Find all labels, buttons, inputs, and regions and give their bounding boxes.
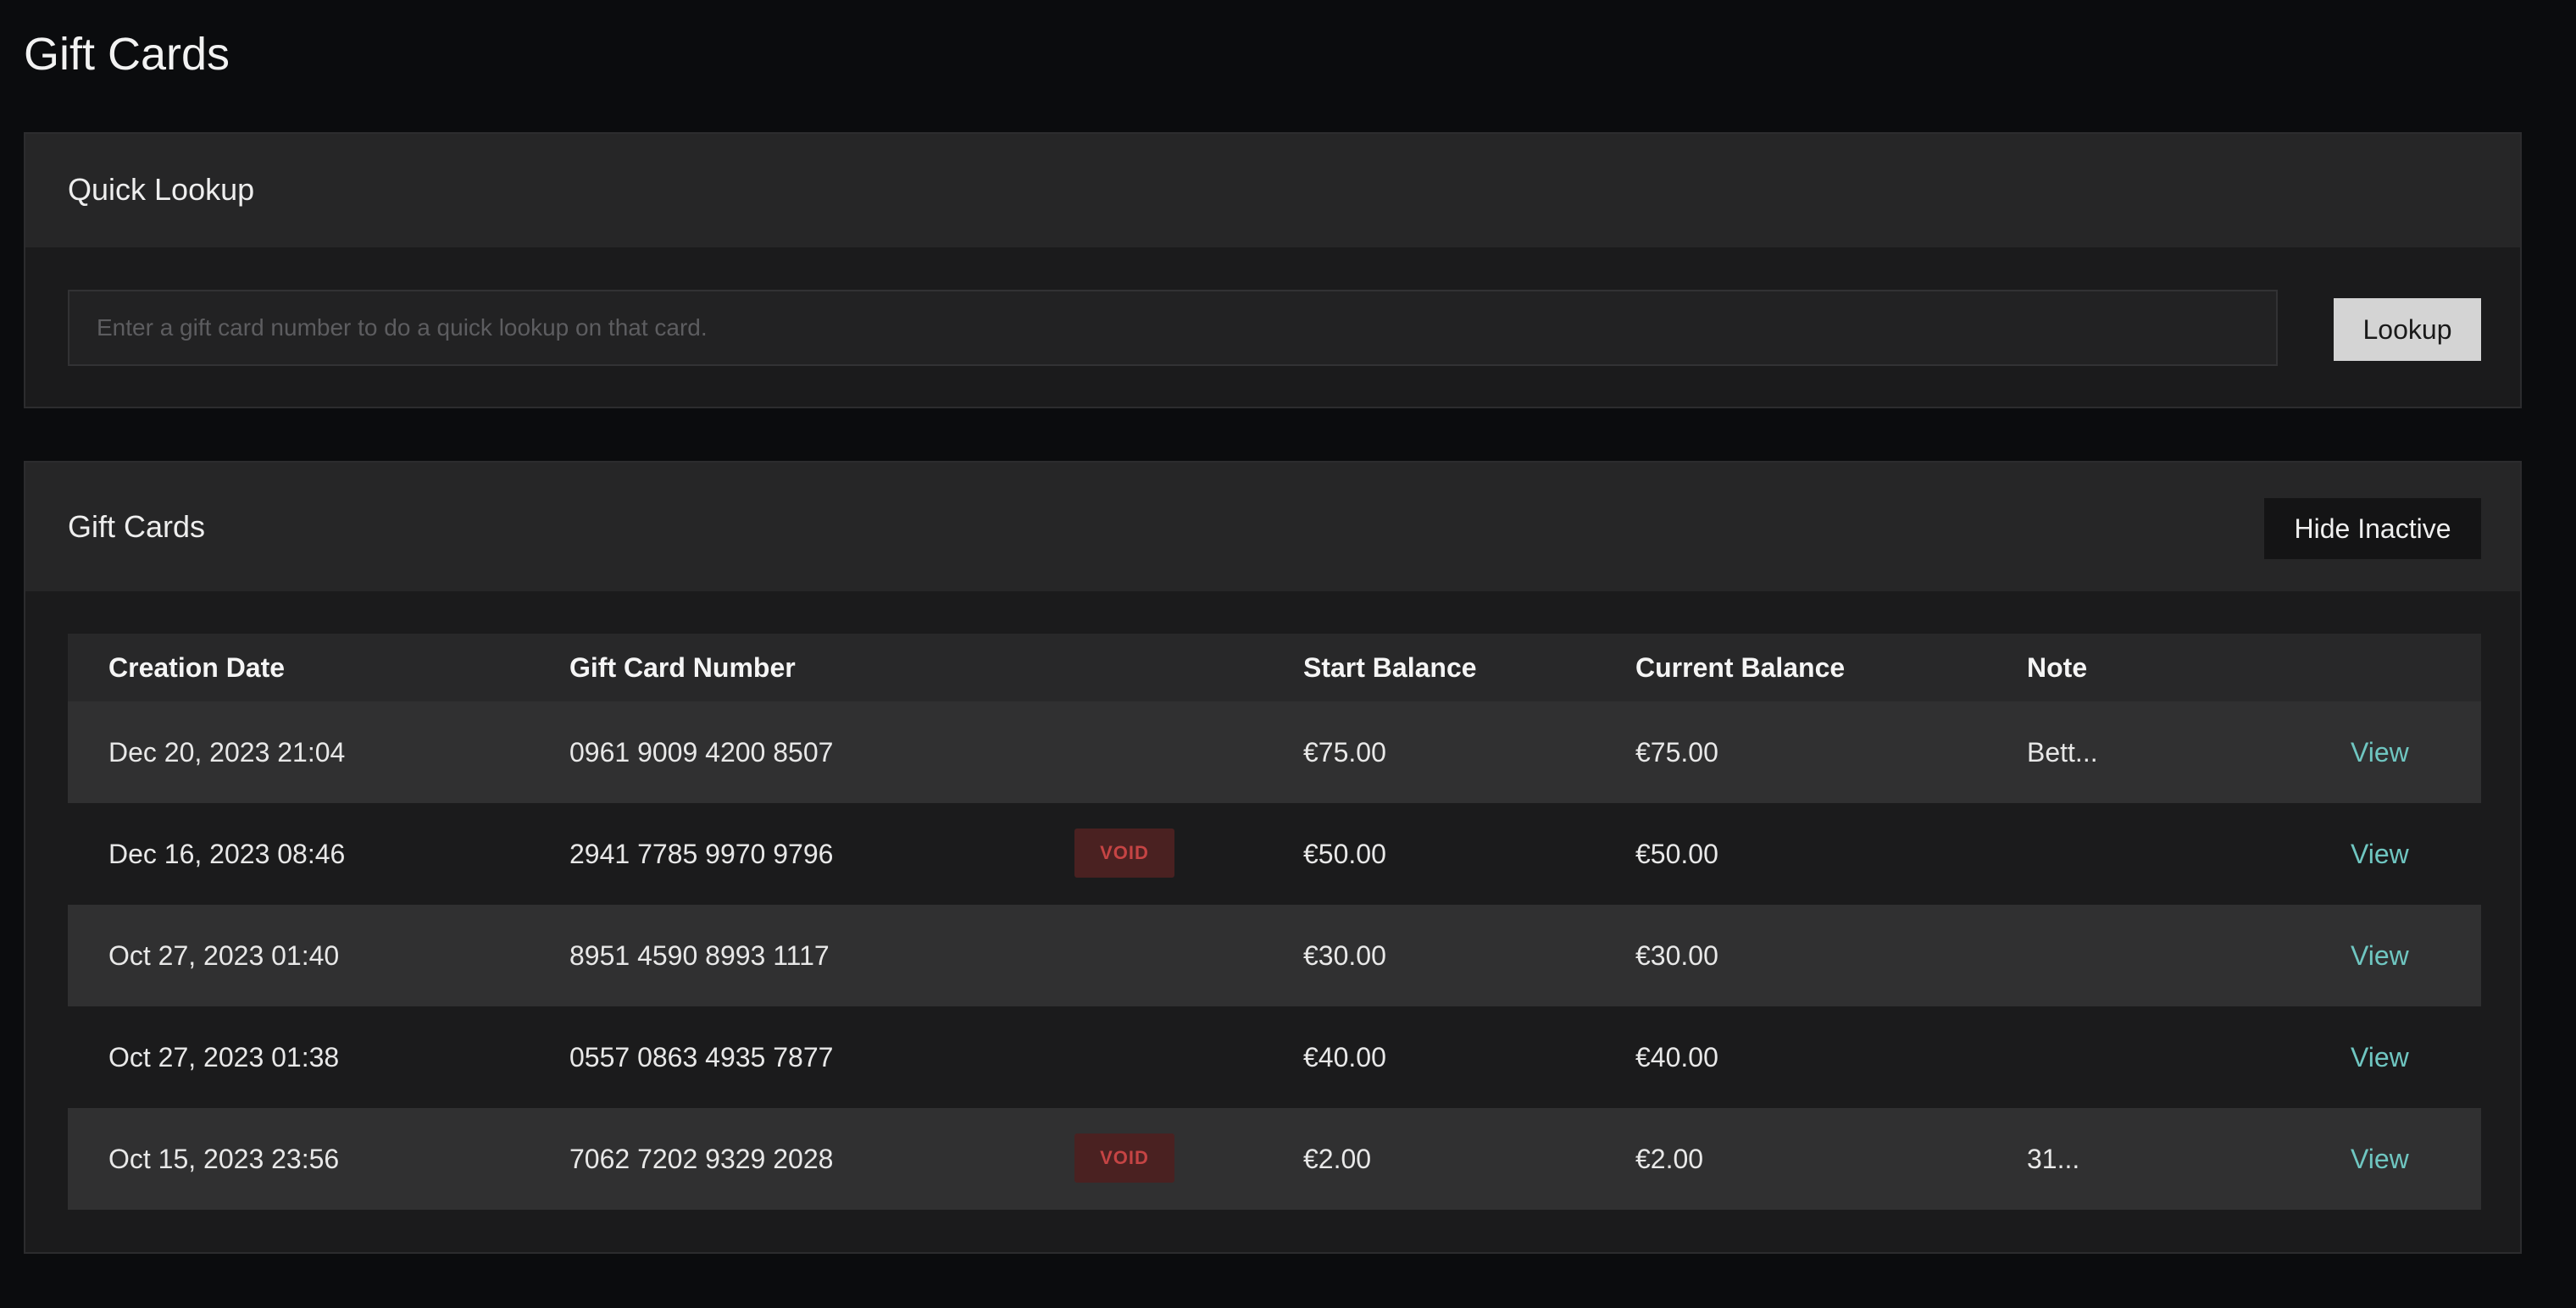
start-balance-cell: €2.00 (1303, 1144, 1372, 1174)
view-link[interactable]: View (2351, 905, 2409, 1006)
table-row[interactable]: Oct 15, 2023 23:56 7062 7202 9329 2028 V… (68, 1108, 2481, 1210)
void-status-badge: VOID (1074, 1133, 1174, 1183)
table-row[interactable]: Dec 20, 2023 21:04 0961 9009 4200 8507 €… (68, 701, 2481, 803)
column-header-creation-date[interactable]: Creation Date (108, 634, 285, 701)
gift-cards-title: Gift Cards (68, 509, 206, 544)
column-header-start-balance[interactable]: Start Balance (1303, 634, 1477, 701)
current-balance-cell: €50.00 (1635, 839, 1718, 869)
quick-lookup-header: Quick Lookup (25, 134, 2520, 247)
current-balance-cell: €40.00 (1635, 1042, 1718, 1072)
gift-cards-panel: Gift Cards Hide Inactive Creation Date G… (24, 461, 2522, 1254)
void-status-badge: VOID (1074, 829, 1174, 878)
creation-date-cell: Oct 27, 2023 01:38 (108, 1042, 340, 1072)
gift-card-number-cell: 8951 4590 8993 1117 (569, 940, 830, 971)
gift-card-lookup-input[interactable] (68, 290, 2278, 366)
gift-cards-table: Creation Date Gift Card Number Start Bal… (68, 634, 2481, 1210)
gift-cards-page: Gift Cards Quick Lookup Lookup Gift Card… (0, 0, 2576, 1308)
quick-lookup-title: Quick Lookup (68, 172, 255, 207)
column-header-gift-card-number[interactable]: Gift Card Number (569, 634, 796, 701)
lookup-button[interactable]: Lookup (2334, 298, 2481, 361)
gift-card-number-cell: 2941 7785 9970 9796 (569, 839, 834, 869)
gift-card-number-cell: 0961 9009 4200 8507 (569, 737, 834, 768)
creation-date-cell: Oct 15, 2023 23:56 (108, 1144, 340, 1174)
page-title: Gift Cards (24, 29, 230, 80)
view-link[interactable]: View (2351, 1108, 2409, 1210)
view-link[interactable]: View (2351, 701, 2409, 803)
view-link[interactable]: View (2351, 803, 2409, 905)
creation-date-cell: Dec 20, 2023 21:04 (108, 737, 346, 768)
view-link[interactable]: View (2351, 1006, 2409, 1108)
current-balance-cell: €30.00 (1635, 940, 1718, 971)
gift-cards-header: Gift Cards Hide Inactive (25, 463, 2520, 591)
creation-date-cell: Dec 16, 2023 08:46 (108, 839, 346, 869)
gift-card-number-cell: 7062 7202 9329 2028 (569, 1144, 834, 1174)
current-balance-cell: €75.00 (1635, 737, 1718, 768)
start-balance-cell: €50.00 (1303, 839, 1386, 869)
start-balance-cell: €40.00 (1303, 1042, 1386, 1072)
column-header-current-balance[interactable]: Current Balance (1635, 634, 1845, 701)
table-header-row: Creation Date Gift Card Number Start Bal… (68, 634, 2481, 701)
hide-inactive-button[interactable]: Hide Inactive (2264, 498, 2481, 559)
note-cell: 31... (2027, 1144, 2080, 1174)
table-row[interactable]: Oct 27, 2023 01:40 8951 4590 8993 1117 €… (68, 905, 2481, 1006)
note-cell: Bett... (2027, 737, 2098, 768)
quick-lookup-panel: Quick Lookup Lookup (24, 132, 2522, 408)
table-row[interactable]: Oct 27, 2023 01:38 0557 0863 4935 7877 €… (68, 1006, 2481, 1108)
start-balance-cell: €30.00 (1303, 940, 1386, 971)
table-row[interactable]: Dec 16, 2023 08:46 2941 7785 9970 9796 V… (68, 803, 2481, 905)
creation-date-cell: Oct 27, 2023 01:40 (108, 940, 340, 971)
current-balance-cell: €2.00 (1635, 1144, 1704, 1174)
gift-card-number-cell: 0557 0863 4935 7877 (569, 1042, 834, 1072)
column-header-note[interactable]: Note (2027, 634, 2087, 701)
start-balance-cell: €75.00 (1303, 737, 1386, 768)
